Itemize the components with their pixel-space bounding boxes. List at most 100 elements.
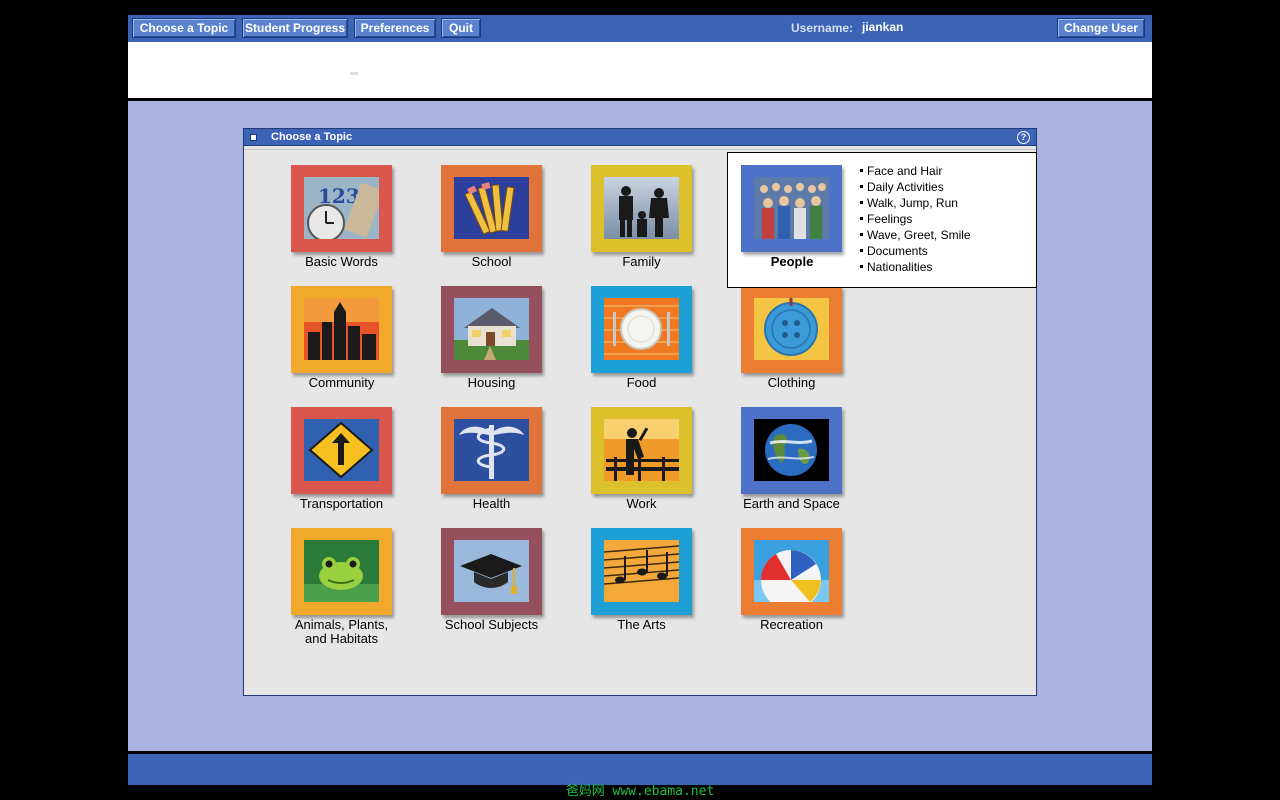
topic-tile[interactable]: Housing bbox=[394, 286, 544, 406]
topic-frame[interactable] bbox=[291, 528, 392, 615]
topic-tile[interactable]: Family bbox=[544, 165, 694, 285]
topic-frame[interactable] bbox=[741, 286, 842, 373]
topic-tile[interactable]: Health bbox=[394, 407, 544, 527]
topic-frame[interactable] bbox=[291, 407, 392, 494]
subtopic-item[interactable]: Face and Hair bbox=[858, 163, 971, 179]
topic-label[interactable]: Health bbox=[419, 497, 564, 511]
subtopic-item[interactable]: Feelings bbox=[858, 211, 971, 227]
topic-frame[interactable] bbox=[741, 407, 842, 494]
topic-image bbox=[754, 298, 829, 360]
topic-tile[interactable]: Community bbox=[244, 286, 394, 406]
school-icon bbox=[454, 177, 529, 239]
people-icon bbox=[754, 177, 829, 239]
people-frame[interactable] bbox=[741, 165, 842, 252]
people-popup-title[interactable]: People bbox=[742, 255, 842, 269]
banner bbox=[128, 42, 1152, 101]
topic-image bbox=[604, 177, 679, 239]
basic-words-icon: 123 bbox=[304, 177, 379, 239]
topic-label[interactable]: Food bbox=[569, 376, 714, 390]
topic-label[interactable]: The Arts bbox=[569, 618, 714, 632]
topic-label[interactable]: Work bbox=[569, 497, 714, 511]
topic-tile[interactable]: Recreation bbox=[694, 528, 844, 648]
panel-title-bar: Choose a Topic ? bbox=[244, 129, 1036, 146]
topic-image bbox=[304, 419, 379, 481]
topic-label[interactable]: Clothing bbox=[719, 376, 864, 390]
topic-image bbox=[454, 298, 529, 360]
topic-tile[interactable]: School Subjects bbox=[394, 528, 544, 648]
choose-topic-button[interactable]: Choose a Topic bbox=[132, 18, 236, 38]
topic-frame[interactable] bbox=[741, 528, 842, 615]
panel-title: Choose a Topic bbox=[271, 131, 353, 143]
help-icon[interactable]: ? bbox=[1017, 131, 1030, 144]
topic-frame[interactable] bbox=[441, 165, 542, 252]
subtopic-item[interactable]: Wave, Greet, Smile bbox=[858, 227, 971, 243]
topic-tile[interactable]: Transportation bbox=[244, 407, 394, 527]
panel-menu-icon[interactable] bbox=[250, 134, 257, 141]
topic-label[interactable]: Family bbox=[569, 255, 714, 269]
transportation-icon bbox=[304, 419, 379, 481]
subtopic-item[interactable]: Documents bbox=[858, 243, 971, 259]
subtopic-item[interactable]: Walk, Jump, Run bbox=[858, 195, 971, 211]
topic-frame[interactable] bbox=[291, 286, 392, 373]
topic-label[interactable]: Animals, Plants, and Habitats bbox=[269, 618, 414, 646]
topic-tile[interactable]: The Arts bbox=[544, 528, 694, 648]
topic-frame[interactable] bbox=[441, 528, 542, 615]
topic-tile[interactable]: Animals, Plants, and Habitats bbox=[244, 528, 394, 648]
topic-image bbox=[604, 419, 679, 481]
community-icon bbox=[304, 298, 379, 360]
username-value: jiankan bbox=[862, 20, 904, 34]
health-icon bbox=[454, 419, 529, 481]
topic-image bbox=[304, 540, 379, 602]
topic-tile[interactable]: School bbox=[394, 165, 544, 285]
subtopic-item[interactable]: Nationalities bbox=[858, 259, 971, 275]
topic-label[interactable]: Basic Words bbox=[269, 255, 414, 269]
topic-image bbox=[754, 540, 829, 602]
topic-frame[interactable] bbox=[591, 528, 692, 615]
graduation-cap-icon bbox=[454, 540, 529, 602]
topic-label[interactable]: Earth and Space bbox=[719, 497, 864, 511]
topic-image bbox=[754, 419, 829, 481]
topic-image bbox=[454, 177, 529, 239]
topic-label[interactable]: School Subjects bbox=[419, 618, 564, 632]
topic-image bbox=[304, 298, 379, 360]
subtopic-item[interactable]: Daily Activities bbox=[858, 179, 971, 195]
people-icon bbox=[754, 177, 829, 239]
topic-tile[interactable]: Clothing bbox=[694, 286, 844, 406]
topic-tile[interactable]: Earth and Space bbox=[694, 407, 844, 527]
people-popup: People Face and Hair Daily Activities Walk… bbox=[727, 152, 1037, 288]
frog-icon bbox=[304, 540, 379, 602]
topic-label[interactable]: Community bbox=[269, 376, 414, 390]
topic-frame[interactable] bbox=[591, 407, 692, 494]
topic-tile[interactable]: Food bbox=[544, 286, 694, 406]
topic-image: 123 bbox=[304, 177, 379, 239]
topic-frame[interactable] bbox=[441, 407, 542, 494]
banner-dot bbox=[350, 72, 358, 75]
topic-frame[interactable] bbox=[591, 286, 692, 373]
preferences-button[interactable]: Preferences bbox=[354, 18, 436, 38]
topic-image bbox=[604, 540, 679, 602]
topic-label[interactable]: Housing bbox=[419, 376, 564, 390]
topic-frame[interactable] bbox=[591, 165, 692, 252]
topic-image bbox=[604, 298, 679, 360]
panel-divider bbox=[244, 149, 1036, 150]
family-icon bbox=[604, 177, 679, 239]
topic-label[interactable]: School bbox=[419, 255, 564, 269]
music-icon bbox=[604, 540, 679, 602]
earth-icon bbox=[754, 419, 829, 481]
change-user-button[interactable]: Change User bbox=[1057, 18, 1145, 38]
top-toolbar: Choose a Topic Student Progress Preferen… bbox=[128, 15, 1152, 42]
topic-tile[interactable]: Work bbox=[544, 407, 694, 527]
topic-tile[interactable]: 123 Basic Words bbox=[244, 165, 394, 285]
topic-label[interactable]: Recreation bbox=[719, 618, 864, 632]
topic-frame[interactable] bbox=[441, 286, 542, 373]
beach-ball-icon bbox=[754, 540, 829, 602]
topic-frame[interactable]: 123 bbox=[291, 165, 392, 252]
student-progress-button[interactable]: Student Progress bbox=[242, 18, 348, 38]
work-icon bbox=[604, 419, 679, 481]
quit-button[interactable]: Quit bbox=[441, 18, 481, 38]
username-label: Username: bbox=[791, 21, 854, 35]
topic-image bbox=[454, 419, 529, 481]
topic-label[interactable]: Transportation bbox=[269, 497, 414, 511]
subtopic-list: Face and Hair Daily Activities Walk, Jump,… bbox=[858, 163, 971, 275]
topic-image bbox=[454, 540, 529, 602]
